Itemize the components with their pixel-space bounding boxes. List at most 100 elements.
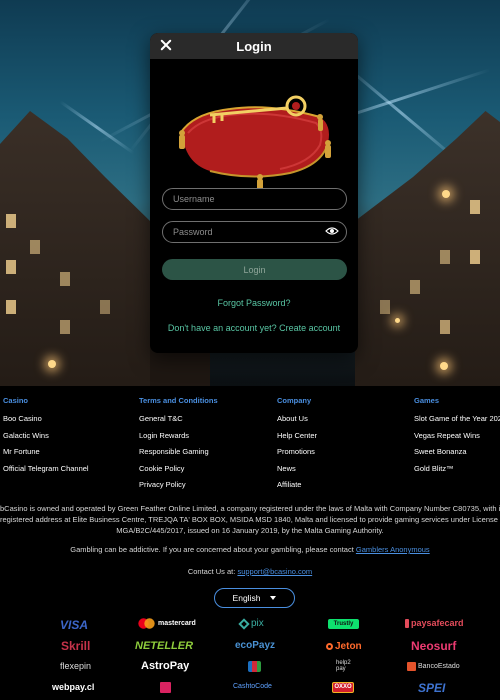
mastercard-icon — [138, 618, 155, 629]
login-button[interactable]: Login — [162, 259, 347, 280]
window — [6, 260, 16, 274]
footer-link[interactable]: General T&C — [139, 414, 218, 431]
footer-heading: Terms and Conditions — [139, 396, 218, 405]
modal-header: Login — [150, 33, 358, 59]
cashtocode-logo: CashtoCode — [233, 683, 272, 690]
support-email-link[interactable]: support@bcasino.com — [237, 567, 312, 576]
footer-heading: Casino — [3, 396, 29, 405]
footer-link[interactable]: Official Telegram Channel — [3, 464, 89, 481]
paysafecard-logo: paysafecard — [405, 618, 464, 628]
gambling-notice-text: Gambling can be addictive. If you are co… — [70, 545, 356, 554]
window — [410, 280, 420, 294]
window — [60, 272, 70, 286]
footer-link[interactable]: Privacy Policy — [139, 480, 218, 497]
spei-logo: SPEI — [418, 681, 446, 695]
legal-line: MGA/B2C/445/2017, issued on 16 January 2… — [116, 526, 384, 535]
paysafe-icon — [405, 618, 409, 628]
jcb-logo — [248, 661, 261, 672]
window — [30, 240, 40, 254]
footer-link[interactable]: Cookie Policy — [139, 464, 218, 481]
footer-link[interactable]: Boo Casino — [3, 414, 89, 431]
login-modal: Login L — [150, 33, 358, 353]
window — [380, 300, 390, 314]
skrill-logo: Skrill — [61, 639, 91, 653]
close-icon[interactable] — [158, 37, 174, 53]
footer-link[interactable]: Responsible Gaming — [139, 447, 218, 464]
footer: Casino Boo Casino Galactic Wins Mr Fortu… — [0, 386, 500, 700]
footer-link[interactable]: Sweet Bonanza — [414, 447, 500, 464]
trustly-logo: Trustly — [328, 619, 359, 629]
legal-text: bCasino is owned and operated by Green F… — [0, 503, 500, 536]
pix-label: pix — [251, 618, 264, 629]
window — [100, 300, 110, 314]
bancoestado-label: BancoEstado — [418, 663, 460, 670]
oxxo-logo: OXXO — [332, 682, 354, 693]
legal-line: registered address at Elite Business Cen… — [0, 515, 500, 524]
key-pillow-illustration — [170, 73, 340, 203]
chevron-down-icon — [270, 596, 277, 600]
pix-logo: pix — [238, 617, 264, 630]
street-lamp — [48, 360, 56, 368]
neosurf-logo: Neosurf — [411, 639, 457, 653]
footer-column-terms: Terms and Conditions General T&C Login R… — [139, 396, 218, 497]
window — [470, 200, 480, 214]
footer-link[interactable]: Affiliate — [277, 480, 317, 497]
help2pay-logo: help2pay — [336, 660, 351, 672]
contact-line: Contact Us at: support@bcasino.com — [0, 567, 500, 576]
pix-icon — [238, 617, 250, 630]
window — [6, 214, 16, 228]
footer-heading: Games — [414, 396, 440, 405]
gamblers-anonymous-link[interactable]: Gamblers Anonymous — [356, 545, 430, 554]
footer-link[interactable]: Promotions — [277, 447, 317, 464]
jeton-label: Jeton — [335, 641, 362, 652]
street-lamp — [395, 318, 400, 323]
street-lamp — [442, 190, 450, 198]
gambling-notice: Gambling can be addictive. If you are co… — [0, 545, 500, 554]
footer-link[interactable]: Mr Fortune — [3, 447, 89, 464]
window — [440, 320, 450, 334]
contact-text: Contact Us at: — [187, 567, 238, 576]
footer-link[interactable]: About Us — [277, 414, 317, 431]
paysafe-label: paysafecard — [411, 618, 464, 628]
bancoestado-logo: BancoEstado — [407, 662, 460, 671]
ecopayz-logo: ecoPayz — [235, 640, 276, 651]
show-password-icon[interactable] — [325, 226, 339, 236]
jeton-logo: Jeton — [326, 641, 362, 652]
window — [440, 250, 450, 264]
building-left — [0, 111, 150, 386]
footer-column-company: Company About Us Help Center Promotions … — [277, 396, 317, 497]
building-right — [355, 111, 500, 386]
window — [6, 300, 16, 314]
bancoestado-icon — [407, 662, 416, 671]
footer-link[interactable]: Help Center — [277, 431, 317, 448]
username-input[interactable] — [162, 188, 347, 210]
flexepin-logo: flexepin — [60, 661, 92, 671]
forgot-password-link[interactable]: Forgot Password? — [150, 298, 358, 308]
language-label: English — [232, 593, 261, 603]
visa-logo: VISA — [60, 618, 89, 632]
footer-column-games: Games Slot Game of the Year 2022 Vegas R… — [414, 396, 500, 480]
astropay-logo: AstroPay — [141, 660, 190, 672]
jeton-icon — [326, 643, 333, 650]
footer-link[interactable]: Gold Blitz™ — [414, 464, 500, 481]
window — [470, 250, 480, 264]
language-select[interactable]: English — [214, 588, 295, 608]
footer-link[interactable]: News — [277, 464, 317, 481]
footer-link[interactable]: Galactic Wins — [3, 431, 89, 448]
street-lamp — [440, 362, 448, 370]
footer-heading: Company — [277, 396, 312, 405]
footer-link[interactable]: Vegas Repeat Wins — [414, 431, 500, 448]
legal-line: bCasino is owned and operated by Green F… — [0, 504, 500, 513]
neteller-logo: NETELLER — [135, 640, 194, 652]
footer-column-casino: Casino Boo Casino Galactic Wins Mr Fortu… — [3, 396, 89, 480]
create-account-link[interactable]: Don't have an account yet? Create accoun… — [150, 323, 358, 333]
footer-link[interactable]: Slot Game of the Year 2022 — [414, 414, 500, 431]
mastercard-label: mastercard — [158, 620, 196, 627]
mastercard-logo: mastercard — [138, 618, 196, 629]
password-input[interactable] — [162, 221, 347, 243]
modal-title: Login — [236, 38, 272, 54]
footer-link[interactable]: Login Rewards — [139, 431, 218, 448]
webpay-logo: webpay.cl — [52, 682, 95, 692]
payment-logo-pink — [160, 682, 171, 693]
window — [60, 320, 70, 334]
